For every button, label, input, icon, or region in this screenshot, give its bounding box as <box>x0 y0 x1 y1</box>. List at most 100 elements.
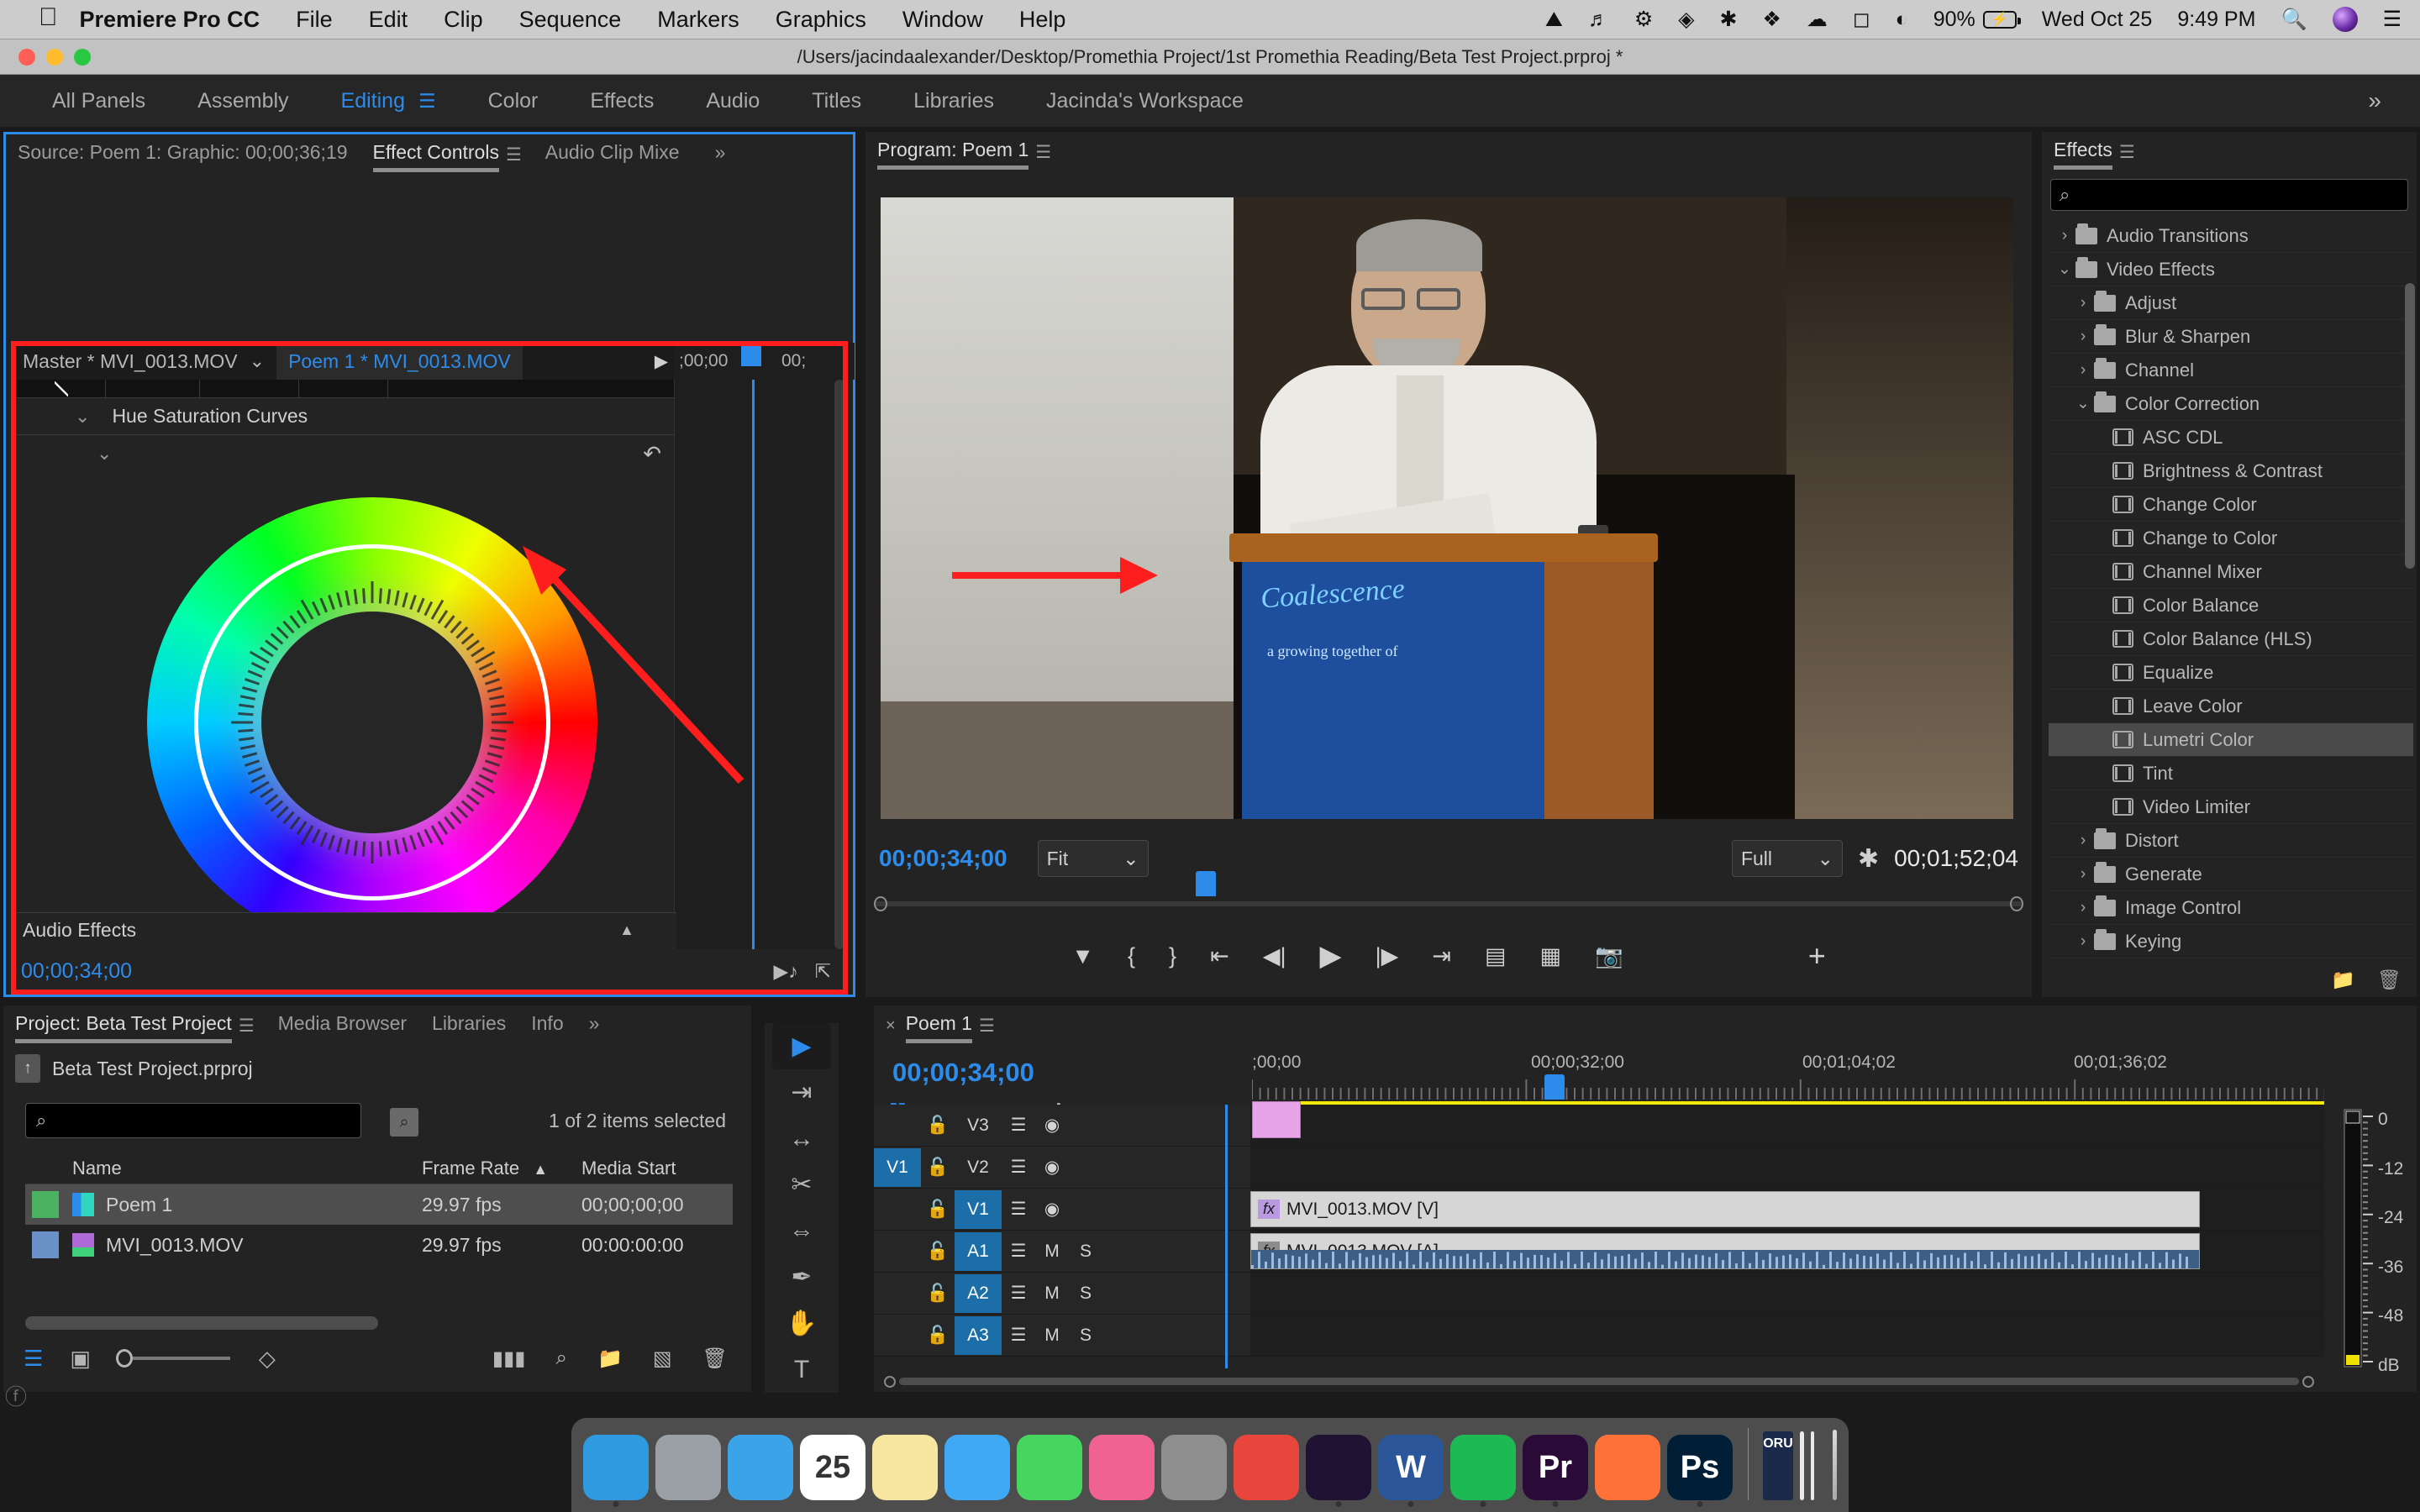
sync-lock-icon[interactable]: ☰ <box>1002 1319 1035 1352</box>
effects-effect-row[interactable]: Lumetri Color <box>2049 723 2413 757</box>
effects-folder-row[interactable]: ›Generate <box>2049 858 2413 891</box>
export-frame-icon[interactable]: ⇱ <box>815 960 831 983</box>
zoom-window-button[interactable] <box>74 49 91 66</box>
chevron-right-icon[interactable]: › <box>2072 865 2094 884</box>
ec-scrollbar[interactable] <box>834 380 844 949</box>
menu-item-markers[interactable]: Markers <box>657 7 739 33</box>
workspace-audio[interactable]: Audio <box>706 89 760 113</box>
menu-item-edit[interactable]: Edit <box>369 7 408 33</box>
menu-item-sequence[interactable]: Sequence <box>519 7 622 33</box>
effects-folder-row[interactable]: ›Channel <box>2049 354 2413 387</box>
find-icon[interactable]: ⌕ <box>556 1347 567 1370</box>
chevron-down-icon[interactable]: ⌄ <box>238 350 276 372</box>
effects-effect-row[interactable]: Tint <box>2049 757 2413 790</box>
lock-icon[interactable]: 🔓 <box>921 1235 955 1268</box>
timeline-horizontal-scrollbar[interactable] <box>874 1372 2324 1389</box>
timeline-track[interactable]: 🔓A2☰MS <box>874 1273 2324 1315</box>
hue-saturation-wheel-container[interactable] <box>13 472 676 949</box>
project-panel-menu-icon[interactable]: ☰ <box>239 1016 255 1037</box>
project-panel-overflow-icon[interactable]: » <box>589 1012 600 1040</box>
workspace-menu-icon[interactable]: ☰ <box>418 90 436 113</box>
new-item-icon[interactable]: ▧ <box>653 1347 672 1371</box>
solo-button[interactable]: S <box>1069 1319 1102 1352</box>
timeline-track[interactable]: V1🔓V2☰◉ <box>874 1147 2324 1189</box>
parent-bin-icon[interactable]: ↑ <box>15 1054 40 1083</box>
ec-playhead[interactable] <box>741 341 761 366</box>
effects-effect-row[interactable]: Channel Mixer <box>2049 555 2413 589</box>
timeline-clip[interactable]: fxMVI_0013.MOV [A] <box>1250 1233 2200 1269</box>
effects-tree[interactable]: ›Audio Transitions⌄Video Effects›Adjust›… <box>2049 219 2413 960</box>
timeline-playhead-handle[interactable] <box>1544 1074 1565 1100</box>
track-lane[interactable] <box>1250 1105 2324 1146</box>
delete-icon[interactable]: 🗑 <box>702 1347 728 1371</box>
timeline-clip[interactable]: fxMVI_0013.MOV [V] <box>1250 1191 2200 1227</box>
dock-item-messages[interactable] <box>944 1435 1010 1509</box>
chevron-right-icon[interactable]: › <box>2072 361 2094 380</box>
timeline-track[interactable]: 🔓V1☰◉fxMVI_0013.MOV [V] <box>874 1189 2324 1231</box>
chevron-right-icon[interactable]: › <box>2072 328 2094 346</box>
effects-effect-row[interactable]: Color Balance (HLS) <box>2049 622 2413 656</box>
workspace-assembly[interactable]: Assembly <box>197 89 288 113</box>
tab-audio-clip-mixer[interactable]: Audio Clip Mixe <box>545 141 680 169</box>
eye-icon[interactable]: ◉ <box>1035 1109 1069 1142</box>
track-target-a3[interactable]: A3 <box>955 1316 1002 1355</box>
track-lane[interactable] <box>1250 1147 2324 1188</box>
dock-item-safari[interactable] <box>728 1435 793 1509</box>
track-header[interactable]: 🔓A3☰MS <box>874 1315 1250 1356</box>
effects-folder-row[interactable]: ›Image Control <box>2049 891 2413 925</box>
effects-scrollbar[interactable] <box>2405 283 2415 569</box>
new-bin-icon[interactable]: 📁 <box>2331 969 2355 991</box>
hue-saturation-curves-header[interactable]: ⌄ Hue Saturation Curves <box>13 398 676 435</box>
lift-icon[interactable]: ▤ <box>1485 943 1507 969</box>
timeline-menu-icon[interactable]: ☰ <box>979 1016 995 1037</box>
new-bin-icon[interactable]: 📁 <box>597 1347 623 1371</box>
track-header[interactable]: 🔓A2☰MS <box>874 1273 1250 1314</box>
workspace-titles[interactable]: Titles <box>812 89 861 113</box>
track-target-v1[interactable]: V1 <box>955 1190 1002 1229</box>
column-name[interactable]: Name <box>72 1158 422 1179</box>
mute-button[interactable]: M <box>1035 1277 1069 1310</box>
pen-tool[interactable]: ✒ <box>772 1254 831 1300</box>
bluetooth-icon[interactable]: ⚙ <box>1634 7 1653 32</box>
chevron-down-icon[interactable]: ⌄ <box>2054 260 2075 279</box>
dock-item-system-preferences[interactable] <box>1161 1435 1227 1509</box>
lock-icon[interactable]: 🔓 <box>921 1319 955 1352</box>
settings-wrench-icon[interactable]: ✱ <box>1858 844 1879 874</box>
dock-item-notes[interactable] <box>872 1435 938 1509</box>
effect-controls-timecode[interactable]: 00;00;34;00 <box>21 959 132 984</box>
timeline-playhead-timecode[interactable]: 00;00;34;00 <box>892 1058 1034 1088</box>
tab-source-monitor[interactable]: Source: Poem 1: Graphic: 00;00;36;19 <box>18 141 348 169</box>
selection-tool[interactable]: ▶ <box>772 1023 831 1069</box>
wifi-icon[interactable]: ◐ <box>1896 8 1908 32</box>
sync-lock-icon[interactable]: ☰ <box>1002 1193 1035 1226</box>
track-header[interactable]: V1🔓V2☰◉ <box>874 1147 1250 1188</box>
dock-item-launchpad[interactable] <box>655 1435 721 1509</box>
chevron-down-icon[interactable]: ⌄ <box>75 406 90 428</box>
sync-lock-icon[interactable]: ☰ <box>1002 1235 1035 1268</box>
notification-center-icon[interactable]: ☰ <box>2383 7 2402 32</box>
cloud-icon[interactable]: ☁ <box>1807 7 1828 32</box>
play-icon[interactable]: ▶ <box>1319 939 1341 973</box>
sync-lock-icon[interactable]: ☰ <box>1002 1151 1035 1184</box>
effects-effect-row[interactable]: Leave Color <box>2049 690 2413 723</box>
effects-effect-row[interactable]: Equalize <box>2049 656 2413 690</box>
table-row[interactable]: MVI_0013.MOV 29.97 fps 00:00:00:00 <box>25 1225 733 1265</box>
audio-effects-section[interactable]: Audio Effects ▲ <box>13 912 676 948</box>
timeline-ruler[interactable]: ;00;00 00;00;32;00 00;01;04;02 00;01;36;… <box>1252 1053 2324 1103</box>
chevron-down-icon[interactable]: ⌄ <box>2072 394 2094 413</box>
effect-controls-overflow-icon[interactable]: » <box>715 141 726 169</box>
effects-effect-row[interactable]: Color Balance <box>2049 589 2413 622</box>
program-monitor-video[interactable]: Coalescence a growing together of <box>881 197 2013 819</box>
workspace-effects[interactable]: Effects <box>590 89 654 113</box>
dock-item-facetime[interactable] <box>1017 1435 1082 1509</box>
battery-status[interactable]: 90% ⚡ <box>1933 8 2017 32</box>
dock-minimized-window-oru[interactable]: ORU <box>1763 1431 1793 1500</box>
lock-icon[interactable]: 🔓 <box>921 1193 955 1226</box>
master-clip-label[interactable]: Master * MVI_0013.MOV <box>13 350 238 373</box>
freeform-icon[interactable]: ▮▮▮ <box>492 1347 526 1371</box>
table-row[interactable]: Poem 1 29.97 fps 00;00;00;00 <box>25 1184 733 1225</box>
hand-tool[interactable]: ✋ <box>772 1300 831 1347</box>
solo-button[interactable]: S <box>1069 1235 1102 1268</box>
mark-out-icon[interactable]: } <box>1169 943 1176 969</box>
step-back-icon[interactable]: ◀| <box>1263 943 1286 969</box>
